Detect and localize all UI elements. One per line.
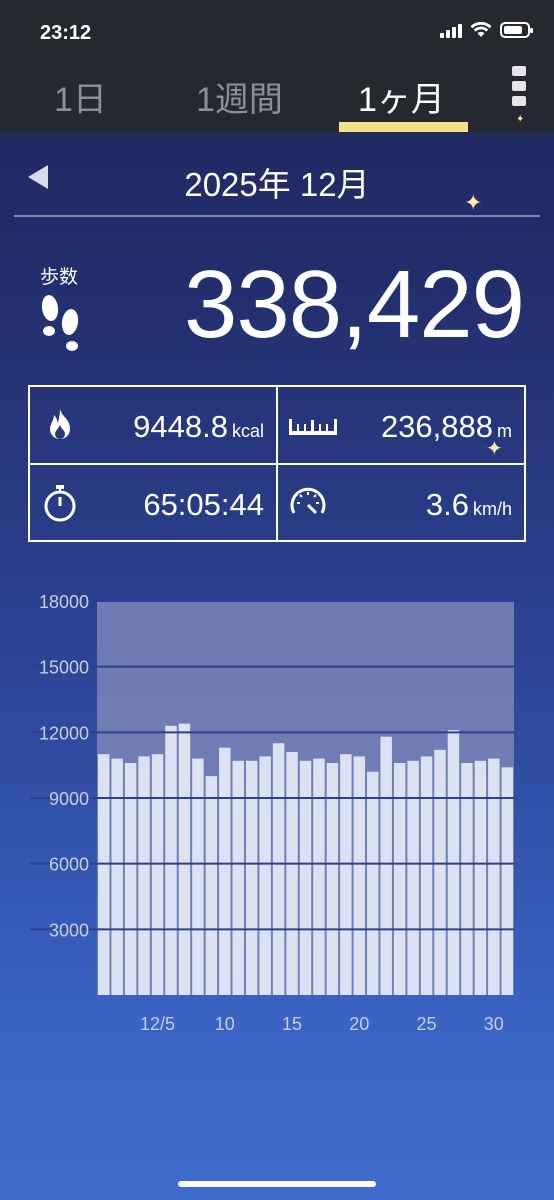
calories-cell: 9448.8 kcal — [30, 387, 276, 463]
status-bar: 23:12 — [0, 0, 554, 60]
chart-y-tick-label: 9000 — [49, 789, 89, 809]
chart-bar — [151, 754, 164, 995]
speed-value: 3.6 — [425, 487, 469, 522]
duration-cell: 65:05:44 — [30, 465, 276, 541]
chart-bar — [501, 767, 513, 995]
chart-x-tick-label: 30 — [484, 1014, 504, 1034]
chart-bar — [340, 754, 352, 995]
chart-bar — [232, 760, 244, 995]
status-icons — [440, 22, 533, 38]
chart-bar — [219, 747, 231, 995]
chart-bar — [245, 760, 258, 995]
chart-bar — [205, 776, 218, 995]
daily-steps-chart: 18000 15000 12000 9000 6000 3000 12/5 10 15 20 25 3… — [0, 585, 554, 1045]
chart-bar — [367, 771, 379, 995]
cellular-signal-icon — [440, 22, 462, 38]
chart-bar — [192, 758, 204, 995]
chart-y-tick-label: 6000 — [49, 855, 89, 875]
chart-y-tick-label: 15000 — [39, 658, 89, 678]
chart-bar — [474, 760, 487, 995]
steps-label: 歩数 — [40, 267, 79, 288]
chart-x-tick-label: 10 — [215, 1014, 235, 1034]
duration-value: 65:05:44 — [143, 487, 264, 522]
chart-bar — [380, 736, 392, 995]
chart-bar — [259, 756, 271, 995]
chart-x-tick-label: 15 — [282, 1014, 302, 1034]
chart-bar — [313, 758, 325, 995]
chart-bar — [178, 723, 191, 995]
stats-grid: 9448.8 kcal 236,888 m 65:05:44 3.6 km/h — [28, 385, 526, 542]
chart-bar — [272, 743, 285, 995]
chart-x-tick-label: 12/5 — [140, 1014, 175, 1034]
home-indicator — [178, 1181, 376, 1187]
chart-bar — [111, 758, 123, 995]
footprints-icon — [41, 295, 79, 351]
chart-y-tick-label: 3000 — [49, 920, 89, 940]
sparkle-icon: ✦ — [486, 438, 503, 460]
sparkle-icon: ✦ — [516, 114, 525, 125]
divider — [14, 215, 540, 217]
steps-total-value: 338,429 — [183, 251, 525, 358]
chart-x-tick-label: 25 — [417, 1014, 437, 1034]
chart-bar — [447, 730, 460, 995]
chart-bar — [165, 725, 177, 995]
chart-bar — [299, 760, 312, 995]
chart-y-tick-label: 12000 — [39, 723, 89, 743]
chart-x-tick-label: 20 — [349, 1014, 369, 1034]
active-tab-indicator — [339, 122, 468, 132]
chart-bar — [420, 756, 433, 995]
chart-bar — [286, 752, 298, 995]
distance-value: 236,888 — [380, 409, 493, 444]
speed-unit: km/h — [472, 499, 512, 519]
chart-bar — [407, 760, 419, 995]
chart-bar — [434, 749, 446, 995]
status-time: 23:12 — [40, 22, 92, 44]
speed-cell: 3.6 km/h — [278, 465, 524, 541]
tab-1-month[interactable]: 1ヶ月 — [358, 72, 445, 121]
chart-bar — [138, 756, 150, 995]
chart-bar — [353, 756, 366, 995]
calories-value: 9448.8 — [133, 409, 228, 444]
period-tab-bar: 1日 1週間 1ヶ月 — [0, 60, 554, 133]
chart-y-tick-label: 18000 — [39, 592, 89, 612]
speedometer-icon — [290, 487, 326, 515]
ruler-icon — [289, 419, 337, 435]
chart-bar — [488, 758, 500, 995]
flame-icon — [50, 409, 70, 439]
daily-steps-chart-svg: 18000 15000 12000 9000 6000 3000 12/5 10 15 20 25 3… — [30, 592, 514, 1034]
stopwatch-icon — [44, 485, 76, 522]
calories-unit: kcal — [231, 421, 264, 441]
more-menu-icon[interactable] — [512, 66, 526, 106]
battery-icon — [500, 22, 533, 38]
wifi-icon — [470, 22, 492, 37]
sparkle-icon: ✦ — [464, 190, 483, 215]
chart-bar — [98, 754, 110, 995]
tab-1-week[interactable]: 1週間 — [196, 72, 283, 121]
tab-1-day[interactable]: 1日 — [54, 72, 107, 121]
